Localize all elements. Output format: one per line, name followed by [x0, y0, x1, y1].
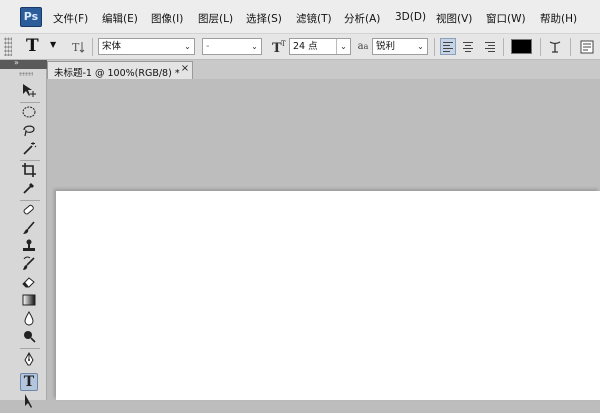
options-bar: T ▼ T 宋体 ⌄ - ⌄ TT 24 点 ⌄ aa 锐利 ⌄ [0, 34, 600, 60]
blur-tool-icon[interactable] [20, 310, 38, 328]
menu-image[interactable]: 图像(I) [151, 11, 183, 26]
chevron-down-icon: ▼ [50, 40, 57, 49]
character-panel-icon[interactable] [578, 38, 596, 56]
svg-text:T: T [281, 40, 286, 48]
eraser-tool-icon[interactable] [20, 274, 38, 292]
type-tool-icon[interactable]: T [20, 373, 38, 391]
anti-alias-select[interactable]: 锐利 ⌄ [372, 38, 428, 55]
font-size-value: 24 点 [293, 41, 318, 52]
history-brush-tool-icon[interactable] [20, 256, 38, 274]
menu-bar: Ps 文件(F) 编辑(E) 图像(I) 图层(L) 选择(S) 滤镜(T) 分… [0, 0, 600, 34]
move-tool-icon[interactable] [20, 82, 38, 100]
anti-alias-icon: aa [357, 41, 369, 52]
brush-tool-icon[interactable] [20, 220, 38, 238]
tools-panel: » T [0, 58, 47, 408]
warp-text-icon[interactable] [546, 38, 564, 56]
separator [570, 38, 571, 56]
font-style-value: - [206, 41, 210, 52]
separator [20, 160, 40, 161]
menu-view[interactable]: 视图(V) [436, 11, 472, 26]
menu-help[interactable]: 帮助(H) [540, 11, 577, 26]
font-style-select[interactable]: - ⌄ [202, 38, 262, 55]
close-icon[interactable]: × [179, 63, 191, 75]
crop-tool-icon[interactable] [20, 162, 38, 180]
separator [434, 38, 435, 56]
elliptical-marquee-tool-icon[interactable] [20, 104, 38, 122]
font-size-select[interactable]: 24 点 ⌄ [289, 38, 351, 55]
svg-text:T: T [72, 41, 80, 54]
text-orientation-icon[interactable]: T [70, 38, 88, 56]
separator [503, 38, 504, 56]
tools-panel-grip[interactable] [19, 72, 33, 76]
document-tab[interactable]: 未标题-1 @ 100%(RGB/8) * × [47, 61, 193, 79]
menu-window[interactable]: 窗口(W) [486, 11, 526, 26]
document-canvas[interactable] [56, 191, 600, 400]
document-tab-title: 未标题-1 @ 100%(RGB/8) * [54, 68, 180, 79]
chevron-down-icon: ⌄ [336, 39, 350, 54]
menu-edit[interactable]: 编辑(E) [102, 11, 138, 26]
separator [540, 38, 541, 56]
pen-tool-icon[interactable] [20, 351, 38, 370]
menu-layer[interactable]: 图层(L) [198, 11, 233, 26]
separator [20, 348, 40, 349]
align-left-button[interactable] [440, 38, 456, 55]
separator [20, 102, 40, 103]
font-family-select[interactable]: 宋体 ⌄ [98, 38, 195, 55]
document-tab-strip: 未标题-1 @ 100%(RGB/8) * × [47, 60, 600, 79]
type-tool-glyph: T [23, 374, 35, 390]
menu-analysis[interactable]: 分析(A) [344, 11, 380, 26]
font-size-icon: TT [271, 38, 289, 56]
menu-filter[interactable]: 滤镜(T) [296, 11, 332, 26]
separator [20, 200, 40, 201]
options-bar-grip[interactable] [4, 37, 12, 56]
align-center-button[interactable] [460, 38, 476, 55]
lasso-tool-icon[interactable] [20, 122, 38, 140]
text-color-swatch[interactable] [511, 39, 532, 54]
healing-brush-tool-icon[interactable] [20, 202, 38, 220]
menu-file[interactable]: 文件(F) [53, 11, 88, 26]
magic-wand-tool-icon[interactable] [20, 140, 38, 158]
chevron-down-icon: ⌄ [417, 42, 424, 51]
font-family-value: 宋体 [102, 41, 122, 52]
separator [92, 38, 93, 56]
clone-stamp-tool-icon[interactable] [20, 238, 38, 256]
dodge-tool-icon[interactable] [20, 328, 38, 346]
expand-chevron-icon[interactable]: » [14, 58, 19, 67]
menu-select[interactable]: 选择(S) [246, 11, 282, 26]
path-selection-tool-icon[interactable] [20, 392, 38, 410]
chevron-down-icon: ⌄ [184, 42, 191, 51]
gradient-tool-icon[interactable] [20, 292, 38, 310]
anti-alias-value: 锐利 [376, 41, 396, 52]
eyedropper-tool-icon[interactable] [20, 180, 38, 198]
chevron-down-icon: ⌄ [251, 42, 258, 51]
tools-panel-header[interactable]: » [0, 58, 47, 69]
menu-3d[interactable]: 3D(D) [395, 11, 426, 23]
type-tool-icon: T [26, 36, 39, 56]
align-right-button[interactable] [481, 38, 497, 55]
photoshop-logo: Ps [20, 7, 42, 27]
tool-preset-picker[interactable]: T ▼ [20, 36, 60, 57]
